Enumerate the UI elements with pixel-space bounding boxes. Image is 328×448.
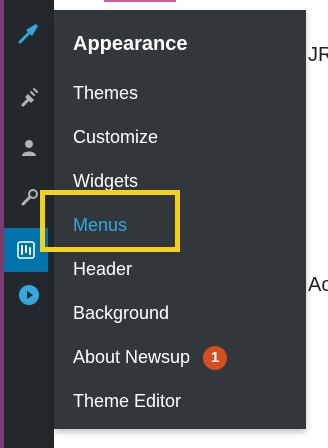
flyout-title: Appearance bbox=[73, 33, 188, 55]
play-icon[interactable] bbox=[4, 273, 54, 317]
menu-item-menus[interactable]: Menus bbox=[73, 211, 127, 239]
admin-sidebar bbox=[4, 0, 54, 448]
menu-item-themes[interactable]: Themes bbox=[73, 79, 138, 107]
settings-icon-svg bbox=[17, 241, 35, 259]
menu-item-widgets[interactable]: Widgets bbox=[73, 167, 138, 195]
pin-icon-svg bbox=[18, 24, 38, 44]
play-icon-svg bbox=[19, 285, 39, 305]
menu-item-customize[interactable]: Customize bbox=[73, 123, 158, 151]
pin-icon[interactable] bbox=[4, 11, 54, 55]
tools-icon-svg bbox=[21, 189, 38, 206]
top-edge-line bbox=[104, 0, 176, 2]
screen: Appearance Themes Customize Widgets Menu… bbox=[0, 0, 328, 448]
plugins-icon[interactable] bbox=[4, 77, 54, 121]
update-badge: 1 bbox=[203, 346, 228, 371]
about-newsup-label: About Newsup bbox=[73, 347, 191, 367]
tools-icon[interactable] bbox=[4, 176, 54, 220]
background-text-middle: Ac bbox=[308, 274, 328, 296]
users-icon[interactable] bbox=[4, 126, 54, 170]
menu-item-header[interactable]: Header bbox=[73, 255, 132, 283]
menu-item-background[interactable]: Background bbox=[73, 299, 169, 327]
background-text-top: JR bbox=[308, 44, 328, 66]
settings-icon[interactable] bbox=[4, 228, 48, 272]
users-icon-svg bbox=[22, 140, 36, 156]
menu-item-theme-editor[interactable]: Theme Editor bbox=[73, 387, 181, 415]
appearance-flyout-menu: Appearance Themes Customize Widgets Menu… bbox=[54, 10, 306, 429]
plugins-icon-svg bbox=[21, 88, 38, 107]
menu-item-about-newsup[interactable]: About Newsup 1 bbox=[73, 343, 228, 371]
